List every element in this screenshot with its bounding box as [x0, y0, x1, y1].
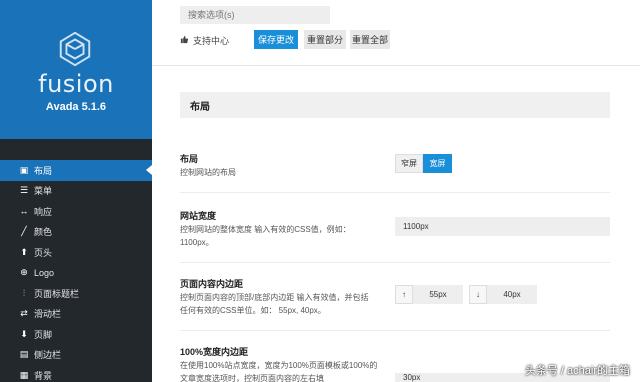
- option-description: 控制页面内容的顶部/底部内边距 输入有效值，并包括任何有效的CSS单位。如： 5…: [180, 293, 369, 315]
- options-toolbar: 支持中心 保存更改 重置部分 重置全部: [152, 0, 640, 66]
- sidebar-nav: ▣ 布局 ☰ 菜单 ↔ 响应 ╱ 颜色 ⬆ 页头 ⊕ Logo ⫶ 页面标题栏 ⇄ 滑动栏 ⬇ 页脚 ▤ 侧边栏 ▦ 背景: [0, 160, 152, 382]
- sidebar-item-label: 菜单: [34, 186, 53, 197]
- sidebar-item-menu[interactable]: ☰ 菜单: [0, 181, 152, 202]
- site-width-input[interactable]: 1100px: [395, 217, 610, 236]
- brand-header: fusion Avada 5.1.6: [0, 0, 152, 139]
- layout-option-wide[interactable]: 宽屏: [423, 154, 452, 173]
- brand-version: Avada 5.1.6: [45, 101, 107, 113]
- sidebar-item-responsive[interactable]: ↔ 响应: [0, 201, 152, 222]
- sidebar-item-plus-circle[interactable]: ⊕ Logo: [0, 263, 152, 284]
- menu-icon: ☰: [19, 185, 29, 196]
- options-panel: 布局 布局 控制网站的布局 窄屏 宽屏 网站宽度 控制网站的整体宽度 输入有效的…: [152, 66, 640, 382]
- sidebar: fusion Avada 5.1.6 ▣ 布局 ☰ 菜单 ↔ 响应 ╱ 颜色 ⬆ 页头 ⊕ Logo ⫶…: [0, 0, 152, 382]
- background-icon: ▦: [19, 369, 29, 380]
- option-title: 布局: [180, 154, 199, 164]
- fusion-logo-icon: [59, 31, 91, 67]
- layout-option-boxed[interactable]: 窄屏: [395, 154, 423, 173]
- save-changes-button[interactable]: 保存更改: [254, 30, 298, 49]
- sidebar-item-layout[interactable]: ▣ 布局: [0, 160, 152, 181]
- layout-icon: ▣: [19, 164, 29, 175]
- layout-toggle: 窄屏 宽屏: [395, 154, 452, 173]
- sidebar-item-label: 响应: [34, 206, 53, 217]
- sidebar-item-sidebar[interactable]: ▤ 侧边栏: [0, 345, 152, 366]
- padding-top-input[interactable]: 55px: [413, 285, 463, 304]
- sidebar-item-label: 页头: [34, 247, 53, 258]
- sliders-icon: ⫶: [22, 287, 26, 298]
- option-description: 控制网站的布局: [180, 168, 236, 177]
- sidebar-item-label: 侧边栏: [34, 350, 62, 361]
- page-padding-row: 页面内容内边距 控制页面内容的顶部/底部内边距 输入有效值，并包括任何有效的CS…: [180, 262, 610, 330]
- sidebar-item-slider[interactable]: ⇄ 滑动栏: [0, 304, 152, 325]
- layout-option-row: 布局 控制网站的布局 窄屏 宽屏: [180, 138, 610, 192]
- site-width-row: 网站宽度 控制网站的整体宽度 输入有效的CSS值，例如：1100px。 1100…: [180, 192, 610, 262]
- padding-bottom-input[interactable]: 40px: [487, 285, 537, 304]
- search-input[interactable]: [180, 6, 330, 24]
- brush-icon: ╱: [21, 226, 27, 237]
- plus-circle-icon: ⊕: [20, 267, 28, 278]
- section-title: 布局: [180, 92, 610, 118]
- reset-section-button[interactable]: 重置部分: [304, 30, 346, 49]
- reset-all-button[interactable]: 重置全部: [350, 30, 390, 49]
- sidebar-item-label: 颜色: [34, 227, 53, 238]
- arrow-down-icon: ⬇: [20, 328, 28, 339]
- arrow-down-icon: ↓: [469, 285, 487, 304]
- option-title: 100%宽度内边距: [180, 347, 249, 357]
- option-description: 在使用100%站点宽度，宽度为100%页面模板或100%的文章宽度选项时，控制页…: [180, 361, 378, 382]
- padding-bottom-field: ↓ 40px: [469, 285, 537, 304]
- sidebar-item-label: 布局: [34, 165, 53, 176]
- sidebar-item-brush[interactable]: ╱ 颜色: [0, 222, 152, 243]
- watermark: 头条号 / achair的主箱: [524, 365, 630, 377]
- support-link[interactable]: 支持中心: [180, 34, 229, 47]
- option-title: 网站宽度: [180, 211, 217, 221]
- sidebar-item-arrow-down[interactable]: ⬇ 页脚: [0, 324, 152, 345]
- option-title: 页面内容内边距: [180, 279, 244, 289]
- sidebar-item-label: 背景: [34, 370, 53, 381]
- support-label: 支持中心: [193, 36, 230, 46]
- slider-icon: ⇄: [20, 308, 28, 319]
- responsive-icon: ↔: [19, 206, 29, 217]
- sidebar-item-label: 滑动栏: [34, 309, 62, 320]
- sidebar-item-label: 页脚: [34, 329, 53, 340]
- sidebar-icon: ▤: [19, 349, 29, 360]
- sidebar-item-sliders[interactable]: ⫶ 页面标题栏: [0, 283, 152, 304]
- sidebar-item-background[interactable]: ▦ 背景: [0, 365, 152, 382]
- sidebar-item-label: 页面标题栏: [34, 288, 80, 299]
- sidebar-item-label: Logo: [34, 267, 55, 278]
- padding-top-field: ↑ 55px: [395, 285, 463, 304]
- arrow-up-icon: ↑: [395, 285, 413, 304]
- brand-name: fusion: [38, 70, 114, 98]
- sidebar-item-arrow-up[interactable]: ⬆ 页头: [0, 242, 152, 263]
- arrow-up-icon: ⬆: [20, 246, 28, 257]
- thumbs-up-icon: [180, 35, 189, 46]
- option-description: 控制网站的整体宽度 输入有效的CSS值，例如：1100px。: [180, 225, 351, 247]
